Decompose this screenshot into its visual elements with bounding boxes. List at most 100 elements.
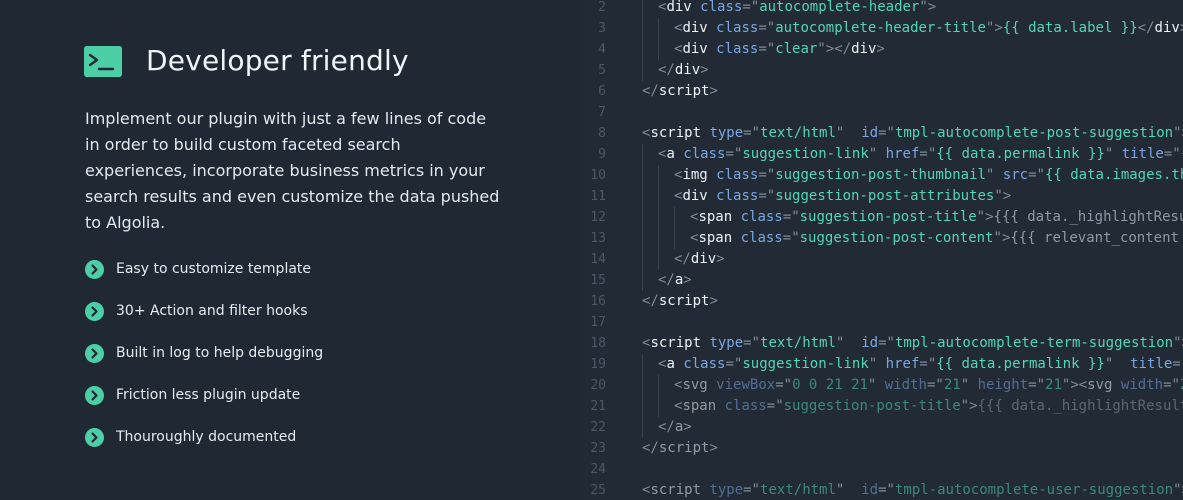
code-line: 20 <svg viewBox="0 0 21 21" width="21" he… [580,375,1183,396]
code-tokens: <span class="suggestion-post-title">{{{ … [674,396,1183,417]
code-token: ></ [825,41,852,57]
code-tokens: <script type="text/html" id="tmpl-autoco… [642,480,1183,500]
code-tokens: <script type="text/html" id="tmpl-autoco… [642,123,1183,144]
code-token: > [709,293,718,309]
code-token: suggestion-post-content [799,230,994,246]
code-token: suggestion-post-title [783,398,961,414]
code-line: 7 [580,102,1183,123]
code-token: " [1104,356,1114,372]
code-token: viewBox [716,377,776,393]
line-number: 10 [590,168,606,183]
code-token: " [817,41,826,57]
line-number: 25 [590,483,606,498]
feature-label: Friction less plugin update [116,387,301,403]
code-line: 24 [580,459,1183,480]
code-token: " [927,356,937,372]
code-token: suggestion-link [742,356,869,372]
code-token: </ [642,83,659,99]
code-token: " [886,335,895,351]
feature-item: Easy to customize template [85,259,311,279]
code-token: = [758,167,767,183]
code-token: {{{ data._highlightResult }}} [977,398,1183,414]
code-token: span [698,209,733,225]
code-token: text/html [760,125,836,141]
code-tokens: </a> [658,270,692,291]
code-line: 2 <div class="autocomplete-header"> [580,0,1183,18]
line-number: 12 [590,210,606,225]
code-line: 23 </script> [580,438,1183,459]
indent-guide [642,39,643,60]
code-line: 8 <script type="text/html" id="tmpl-autoc… [580,123,1183,144]
line-number: 4 [598,42,606,57]
code-token: img [682,167,708,183]
code-token: " [766,20,776,36]
code-token: > [716,251,725,267]
code-token: > [985,209,994,225]
code-token: title [1121,146,1164,162]
code-token: div [682,41,708,57]
code-tokens: </script> [642,291,718,312]
code-token: </ [674,251,691,267]
code-token: 21 [1045,377,1062,393]
code-token: 21 [943,377,961,393]
code-token: " [960,398,970,414]
feature-item: 30+ Action and filter hooks [85,301,308,321]
feature-item: Built in log to help debugging [85,343,323,363]
code-tokens: <span class="suggestion-post-content">{{… [690,228,1183,249]
code-token: </ [658,419,675,435]
indent-guide [642,18,643,39]
code-token: span [682,398,717,414]
code-token: class [683,356,726,372]
code-token: type [709,335,744,351]
code-token: = [766,398,776,414]
indent-guide [642,207,643,228]
code-token: text/html [760,482,836,498]
indent-guide [642,186,643,207]
code-token: = [878,482,887,498]
code-token: {{ data.label }} [1002,20,1138,36]
indent-guide [658,228,659,249]
code-token: script [650,125,702,141]
line-number: 16 [590,294,606,309]
code-tokens: <img class="suggestion-post-thumbnail" s… [674,165,1183,186]
code-token: " [994,188,1003,204]
code-token: > [709,440,718,456]
code-token: " [976,209,986,225]
section-title: Developer friendly [146,44,409,77]
code-token: > [683,272,692,288]
code-token: div [682,188,708,204]
code-token: " [751,482,761,498]
code-token: = [1028,167,1037,183]
indent-guide [642,228,643,249]
code-tokens: <span class="suggestion-post-title">{{{ … [690,207,1183,228]
code-token: width [884,377,927,393]
code-token: script [658,83,710,99]
code-token: {{ data.permalink }} [936,356,1105,372]
line-number: 21 [590,399,606,414]
code-token: class [716,188,759,204]
indent-guide [658,18,659,39]
code-token: = [775,377,784,393]
indent-guide [674,228,675,249]
code-token: " [766,167,776,183]
code-token: " [1036,167,1045,183]
code-tokens: </script> [642,81,718,102]
check-circle-icon [85,427,104,447]
indent-guide [642,417,643,438]
line-number: 23 [590,441,606,456]
code-tokens: <a class="suggestion-link" href="{{ data… [658,354,1181,375]
code-token: script [658,440,710,456]
code-token: " [960,377,970,393]
code-token: > [1002,188,1012,204]
indent-guide [642,0,643,18]
code-tokens: </div> [658,60,709,81]
